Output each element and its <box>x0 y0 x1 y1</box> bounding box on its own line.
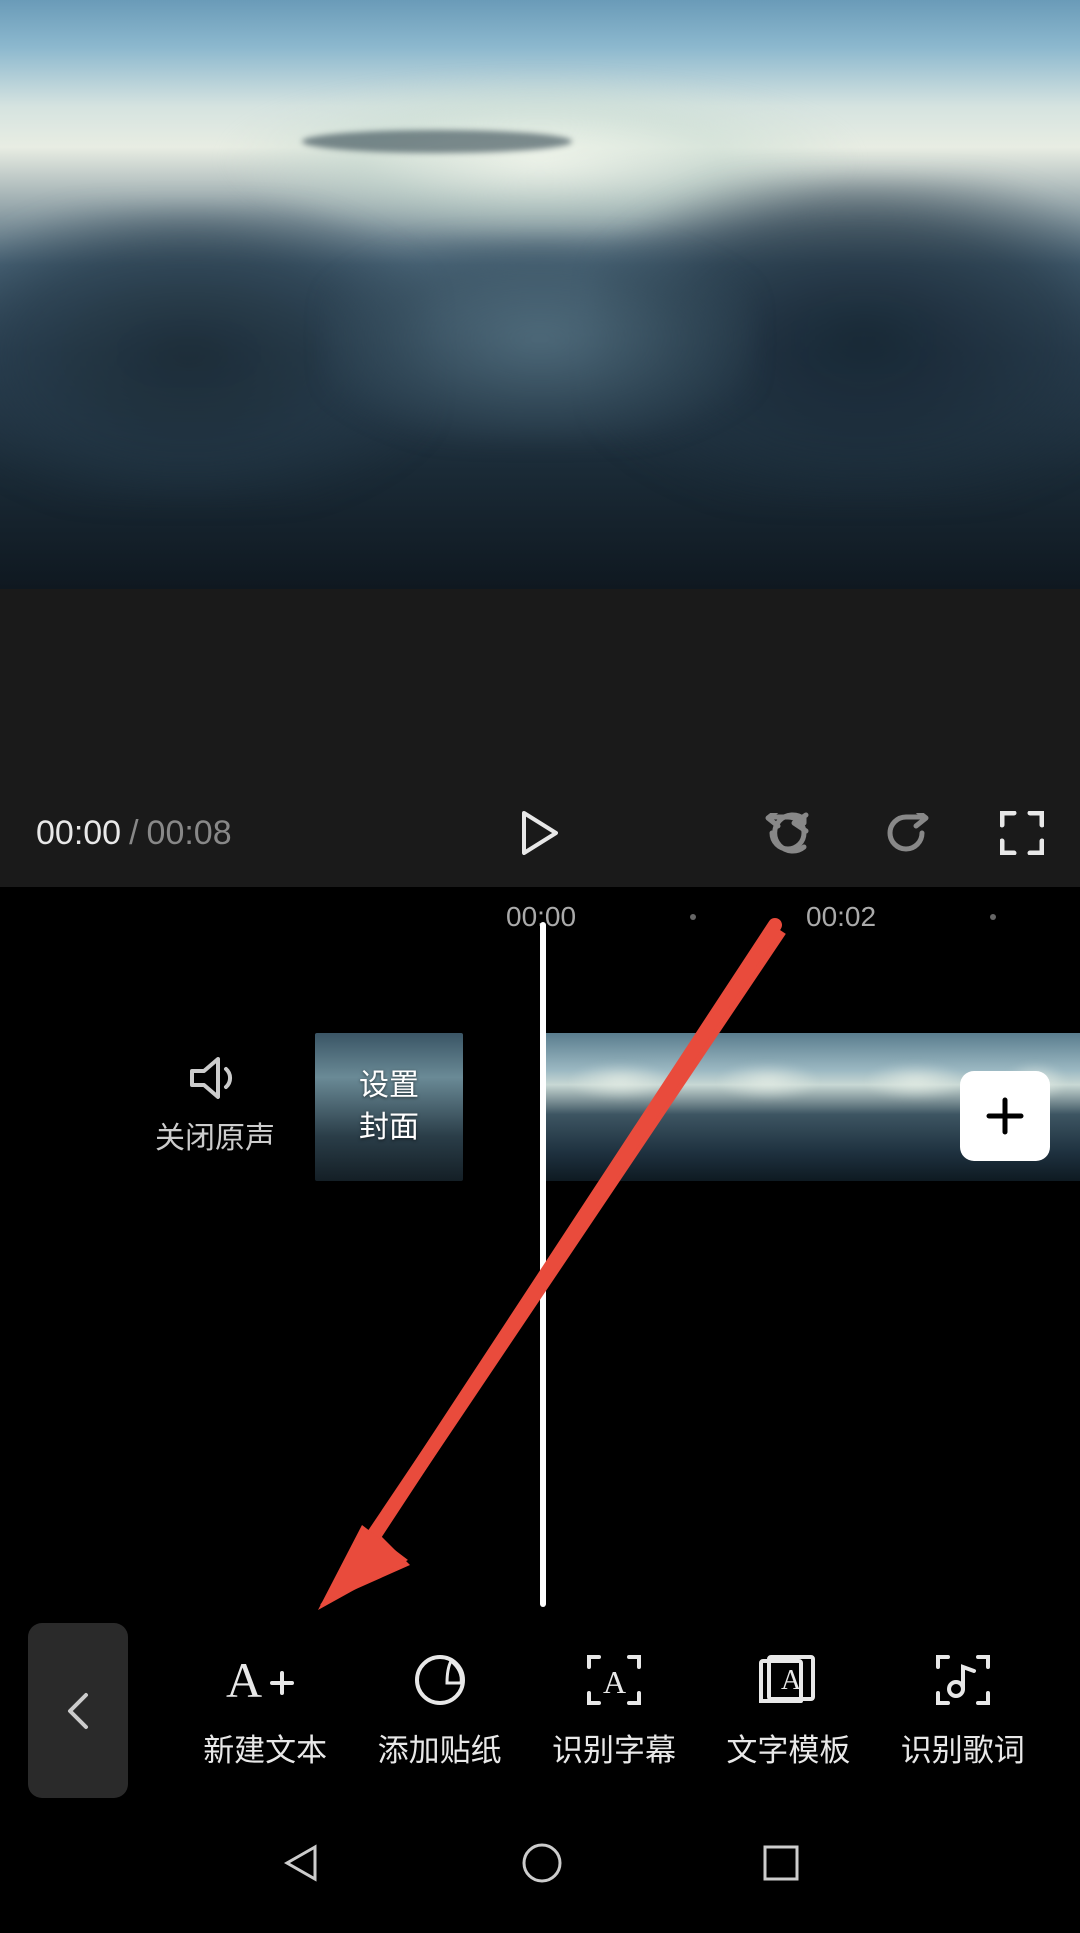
recognize-lyrics-button[interactable]: 识别歌词 <box>901 1651 1025 1770</box>
mute-original-audio[interactable]: 关闭原声 <box>155 1057 275 1157</box>
fullscreen-icon <box>1000 811 1044 855</box>
time-separator: / <box>129 814 138 853</box>
template-icon: A <box>757 1651 819 1709</box>
playhead[interactable] <box>540 922 546 1607</box>
nav-recent-button[interactable] <box>761 1843 801 1888</box>
ruler-mark-2: 00:02 <box>806 901 876 933</box>
text-template-button[interactable]: A 文字模板 <box>726 1651 850 1770</box>
redo-icon <box>882 813 930 853</box>
timeline[interactable]: 关闭原声 设置封面 <box>0 947 1080 1627</box>
triangle-back-icon <box>279 1841 323 1885</box>
tool-label: 添加贴纸 <box>378 1725 502 1770</box>
toolbar-back-button[interactable] <box>28 1623 128 1798</box>
ruler-dot <box>690 914 696 920</box>
circle-home-icon <box>520 1841 564 1885</box>
add-clip-button[interactable] <box>960 1071 1050 1161</box>
chevron-left-icon <box>66 1691 90 1731</box>
add-sticker-button[interactable]: 添加贴纸 <box>378 1651 502 1770</box>
redo-button[interactable] <box>882 813 930 853</box>
nav-home-button[interactable] <box>520 1841 564 1890</box>
svg-text:A: A <box>781 1665 802 1696</box>
system-nav-bar <box>0 1798 1080 1933</box>
tool-label: 识别字幕 <box>552 1725 676 1770</box>
time-display: 00:00 / 00:08 <box>36 814 232 853</box>
new-text-button[interactable]: A 新建文本 <box>203 1651 327 1770</box>
square-recent-icon <box>761 1843 801 1883</box>
tool-label: 新建文本 <box>203 1725 327 1770</box>
clip-frame <box>694 1033 842 1181</box>
tool-label: 文字模板 <box>726 1725 850 1770</box>
sticker-icon <box>413 1651 467 1709</box>
preview-image <box>0 0 1080 589</box>
undo-button[interactable] <box>764 811 812 855</box>
play-icon <box>522 811 558 855</box>
mute-label: 关闭原声 <box>155 1113 275 1157</box>
preview-padding <box>0 589 1080 779</box>
text-plus-icon: A <box>226 1651 304 1709</box>
subtitle-scan-icon: A <box>585 1651 643 1709</box>
fullscreen-button[interactable] <box>1000 811 1044 855</box>
speaker-icon <box>190 1057 240 1099</box>
cover-label: 设置封面 <box>359 1065 419 1149</box>
recognize-subtitle-button[interactable]: A 识别字幕 <box>552 1651 676 1770</box>
total-time: 00:08 <box>147 814 232 853</box>
svg-text:A: A <box>226 1653 262 1707</box>
video-preview[interactable] <box>0 0 1080 589</box>
tool-label: 识别歌词 <box>901 1725 1025 1770</box>
clip-frame <box>546 1033 694 1181</box>
current-time: 00:00 <box>36 814 121 853</box>
ruler-dot <box>990 914 996 920</box>
lyrics-scan-icon <box>934 1651 992 1709</box>
play-button[interactable] <box>522 811 558 855</box>
svg-text:A: A <box>603 1664 626 1700</box>
undo-icon-shape <box>764 813 812 853</box>
plus-icon <box>983 1094 1027 1138</box>
text-toolbar: A 新建文本 添加贴纸 A <box>0 1623 1080 1798</box>
playback-controls: 00:00 / 00:08 <box>0 779 1080 887</box>
nav-back-button[interactable] <box>279 1841 323 1890</box>
set-cover-button[interactable]: 设置封面 <box>315 1033 463 1181</box>
